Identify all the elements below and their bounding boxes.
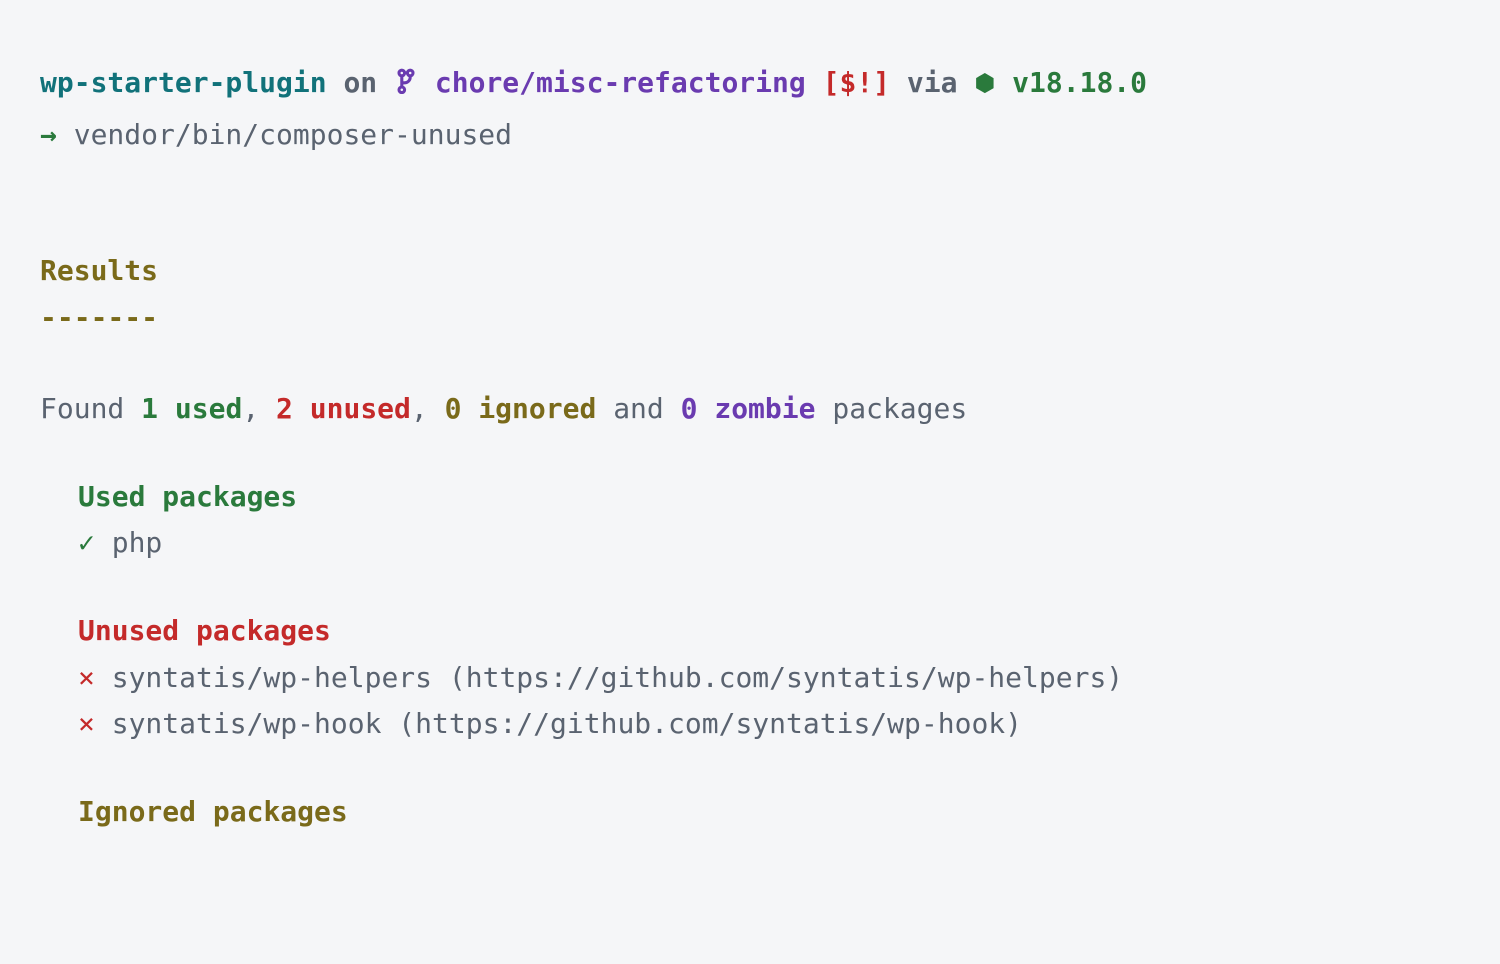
unused-count: 2 unused	[276, 392, 411, 425]
cross-icon: ×	[78, 661, 95, 694]
check-icon: ✓	[78, 526, 95, 559]
on-text: on	[343, 66, 377, 99]
via-text: via	[907, 66, 958, 99]
terminal-output: wp-starter-plugin on chore/misc-refactor…	[40, 60, 1460, 835]
results-heading-block: Results -------	[40, 248, 1460, 340]
used-item: ✓ php	[78, 520, 1460, 566]
node-version: v18.18.0	[1012, 66, 1147, 99]
unused-item: × syntatis/wp-hook (https://github.com/s…	[78, 701, 1460, 747]
zombie-count: 0 zombie	[681, 392, 816, 425]
results-heading: Results	[40, 248, 1460, 294]
sep2: ,	[411, 392, 428, 425]
ignored-section: Ignored packages	[40, 789, 1460, 835]
unused-section: Unused packages × syntatis/wp-helpers (h…	[40, 608, 1460, 747]
branch-name: chore/misc-refactoring	[435, 66, 806, 99]
project-name: wp-starter-plugin	[40, 66, 327, 99]
command-text: vendor/bin/composer-unused	[74, 118, 512, 151]
sep1: ,	[242, 392, 259, 425]
used-heading: Used packages	[78, 474, 1460, 520]
found-text: Found	[40, 392, 124, 425]
package-name: syntatis/wp-hook (https://github.com/syn…	[112, 707, 1022, 740]
packages-text: packages	[832, 392, 967, 425]
cross-icon: ×	[78, 707, 95, 740]
git-status: [$!]	[823, 66, 890, 99]
and-text: and	[613, 392, 664, 425]
used-section: Used packages ✓ php	[40, 474, 1460, 566]
ignored-heading: Ignored packages	[78, 789, 1460, 835]
hexagon-icon: ⬢	[974, 64, 995, 104]
ignored-count: 0 ignored	[445, 392, 597, 425]
git-branch-icon	[394, 62, 418, 108]
prompt-arrow: →	[40, 118, 57, 151]
prompt-line: wp-starter-plugin on chore/misc-refactor…	[40, 60, 1460, 108]
package-name: php	[112, 526, 163, 559]
results-divider: -------	[40, 295, 1460, 341]
used-count: 1 used	[141, 392, 242, 425]
command-line: → vendor/bin/composer-unused	[40, 112, 1460, 158]
unused-item: × syntatis/wp-helpers (https://github.co…	[78, 655, 1460, 701]
package-name: syntatis/wp-helpers (https://github.com/…	[112, 661, 1123, 694]
summary-line: Found 1 used, 2 unused, 0 ignored and 0 …	[40, 386, 1460, 432]
unused-heading: Unused packages	[78, 608, 1460, 654]
